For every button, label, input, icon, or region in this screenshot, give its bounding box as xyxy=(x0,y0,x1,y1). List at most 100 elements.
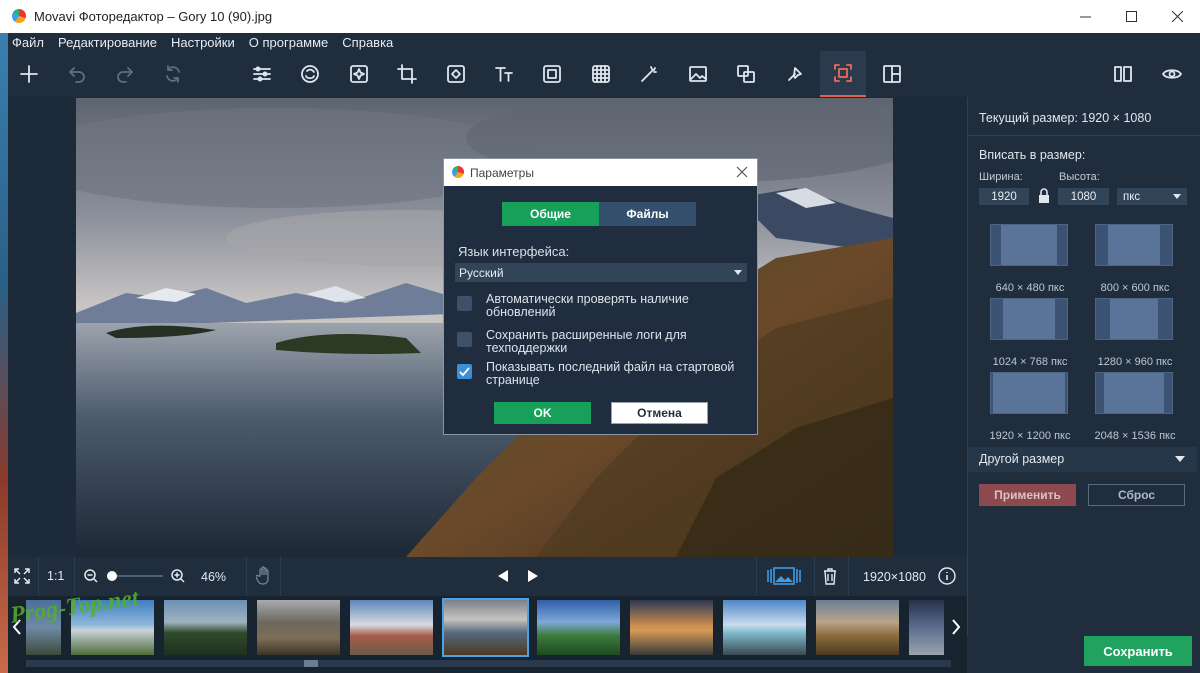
language-select[interactable]: Русский xyxy=(455,263,747,282)
preset-2048x1536[interactable]: 2048 × 1536 пкс xyxy=(1083,370,1187,442)
ok-button[interactable]: OK xyxy=(494,402,591,424)
previous-image-button[interactable] xyxy=(498,570,510,585)
zoom-out-icon xyxy=(84,569,98,583)
collage-tool[interactable] xyxy=(875,55,909,93)
menu-edit[interactable]: Редактирование xyxy=(58,35,157,50)
menu-bar: Файл Редактирование Настройки О программ… xyxy=(8,33,1200,51)
auto-update-label: Автоматически проверять наличие обновлен… xyxy=(486,292,689,319)
save-button[interactable]: Сохранить xyxy=(1084,636,1192,666)
undo-icon xyxy=(69,67,85,83)
trash-icon xyxy=(824,568,836,585)
object-removal-tool[interactable] xyxy=(439,55,473,93)
menu-help[interactable]: Справка xyxy=(342,35,393,50)
zoom-out-button[interactable] xyxy=(84,569,98,586)
magic-tool[interactable] xyxy=(632,55,666,93)
thumbnail-selected[interactable] xyxy=(442,598,529,657)
resize-tool[interactable] xyxy=(820,51,866,97)
delete-button[interactable] xyxy=(823,567,837,588)
redo-button[interactable] xyxy=(108,55,142,93)
menu-file[interactable]: Файл xyxy=(12,35,44,50)
preset-label: 640 × 480 пкс xyxy=(995,282,1065,294)
thumbnail[interactable] xyxy=(257,600,340,655)
thumbnail[interactable] xyxy=(630,600,713,655)
close-button[interactable] xyxy=(1154,0,1200,33)
cancel-button[interactable]: Отмена xyxy=(611,402,708,424)
adjust-tool[interactable] xyxy=(245,55,279,93)
minimize-button[interactable] xyxy=(1062,0,1108,33)
movavi-logo-icon xyxy=(12,9,26,23)
image-tool[interactable] xyxy=(681,55,715,93)
enhance-tool[interactable] xyxy=(778,55,812,93)
text-tool[interactable] xyxy=(487,55,521,93)
preset-label: 1024 × 768 пкс xyxy=(992,356,1068,368)
settings-dialog: Параметры Общие Файлы Язык интерфейса: Р… xyxy=(443,158,758,435)
crop-tool[interactable] xyxy=(390,55,424,93)
zoom-slider-track[interactable] xyxy=(111,575,163,577)
preset-1920x1200[interactable]: 1920 × 1200 пкс xyxy=(978,370,1082,442)
dialog-close-icon[interactable] xyxy=(735,165,749,179)
save-area: Сохранить xyxy=(967,635,1200,673)
overlay-tool[interactable] xyxy=(729,55,763,93)
filmstrip-scroll-thumb[interactable] xyxy=(304,660,318,667)
filmstrip-toggle-button[interactable] xyxy=(766,567,802,588)
preset-thumbnail xyxy=(1095,224,1173,266)
other-size-dropdown[interactable]: Другой размер xyxy=(968,447,1197,472)
height-input[interactable]: 1080 xyxy=(1058,188,1109,205)
fit-to-screen-button[interactable] xyxy=(14,568,30,587)
tab-general[interactable]: Общие xyxy=(502,202,599,226)
reset-button[interactable] xyxy=(156,55,190,93)
triangle-right-icon xyxy=(528,570,538,582)
menu-about[interactable]: О программе xyxy=(249,35,329,50)
effects-tool[interactable] xyxy=(342,55,376,93)
extended-logs-label: Сохранить расширенные логи для техподдер… xyxy=(486,328,687,355)
unit-select[interactable]: пкс xyxy=(1117,188,1187,205)
preview-button[interactable] xyxy=(1155,55,1189,93)
maximize-button[interactable] xyxy=(1108,0,1154,33)
frames-tool[interactable] xyxy=(535,55,569,93)
lock-aspect-button[interactable] xyxy=(1038,188,1050,204)
next-image-button[interactable] xyxy=(526,570,538,585)
split-view-icon xyxy=(1114,66,1132,82)
image-dimensions: 1920×1080 xyxy=(863,570,926,584)
thumbnail[interactable] xyxy=(350,600,433,655)
resize-icon xyxy=(834,64,852,82)
preset-thumbnail xyxy=(990,298,1068,340)
zoom-in-button[interactable] xyxy=(171,569,185,586)
auto-update-checkbox[interactable] xyxy=(457,296,472,311)
thumbnail[interactable] xyxy=(723,600,806,655)
crop-icon xyxy=(397,64,417,84)
pan-tool-button[interactable] xyxy=(255,566,272,589)
tab-files[interactable]: Файлы xyxy=(599,202,696,226)
extended-logs-checkbox[interactable] xyxy=(457,332,472,347)
undo-button[interactable] xyxy=(60,55,94,93)
actual-size-button[interactable]: 1:1 xyxy=(47,569,64,583)
info-button[interactable] xyxy=(938,567,956,588)
background-tool[interactable] xyxy=(584,55,618,93)
reset-size-button[interactable]: Сброс xyxy=(1088,484,1185,506)
preset-640x480[interactable]: 640 × 480 пкс xyxy=(978,222,1082,294)
preset-1024x768[interactable]: 1024 × 768 пкс xyxy=(978,296,1082,368)
apply-button[interactable]: Применить xyxy=(979,484,1076,506)
filmstrip-next-button[interactable] xyxy=(949,614,963,640)
preset-800x600[interactable]: 800 × 600 пкс xyxy=(1083,222,1187,294)
zoom-slider-handle[interactable] xyxy=(107,571,117,581)
frame-icon xyxy=(543,65,561,83)
thumbnail[interactable] xyxy=(909,600,944,655)
image-icon xyxy=(689,66,707,82)
preset-1280x960[interactable]: 1280 × 960 пкс xyxy=(1083,296,1187,368)
fullscreen-icon xyxy=(14,568,30,584)
add-button[interactable] xyxy=(12,55,46,93)
dropdown-arrow-icon xyxy=(1173,194,1181,199)
dropdown-arrow-icon xyxy=(734,270,742,275)
compare-button[interactable] xyxy=(1106,55,1140,93)
thumbnail[interactable] xyxy=(816,600,899,655)
width-input[interactable]: 1920 xyxy=(979,188,1029,205)
chevron-right-icon xyxy=(952,619,961,635)
show-last-file-checkbox[interactable] xyxy=(457,364,472,379)
thumbnail[interactable] xyxy=(164,600,247,655)
divider xyxy=(74,557,75,596)
menu-settings[interactable]: Настройки xyxy=(171,35,235,50)
thumbnail[interactable] xyxy=(537,600,620,655)
filmstrip-scrollbar[interactable] xyxy=(26,660,951,667)
retouch-tool[interactable] xyxy=(293,55,327,93)
